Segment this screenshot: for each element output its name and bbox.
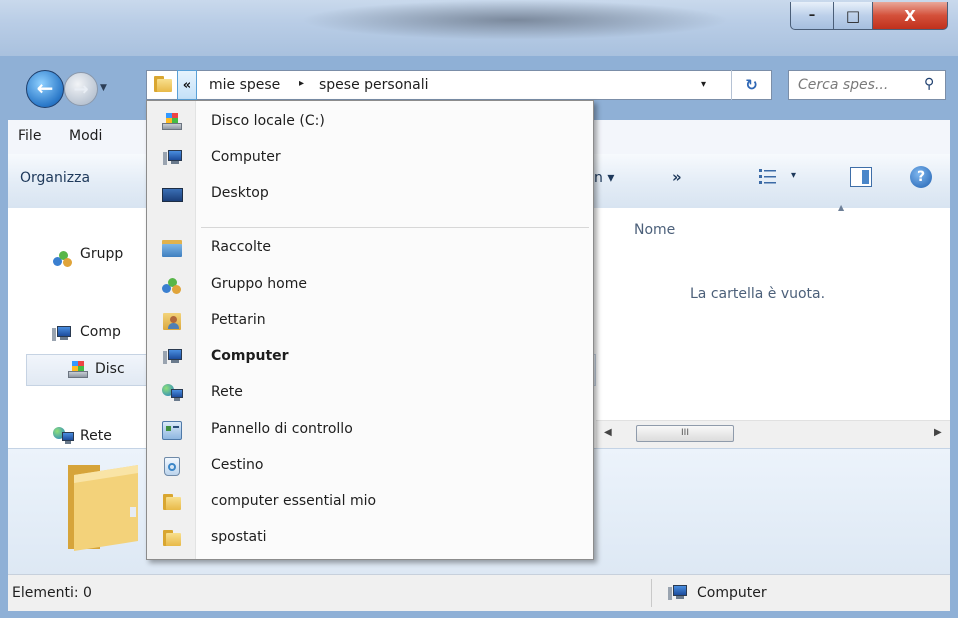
horizontal-scrollbar[interactable]: ◀ III ▶ — [596, 420, 950, 449]
computer-icon — [161, 148, 183, 168]
column-header-nome[interactable]: Nome — [634, 222, 675, 238]
recycle-bin-icon — [161, 456, 183, 476]
menu-item-computer-current[interactable]: Computer — [149, 340, 591, 374]
back-arrow-icon: ← — [36, 76, 54, 100]
address-dropdown-icon[interactable]: ▾ — [701, 79, 706, 90]
menu-item-label: Cestino — [211, 457, 264, 473]
homegroup-icon — [161, 275, 183, 295]
sort-ascending-icon: ▲ — [838, 203, 845, 212]
computer-icon — [50, 324, 72, 344]
scroll-thumb[interactable]: III — [636, 425, 734, 442]
address-chevron-button[interactable]: « — [177, 70, 197, 100]
user-folder-icon — [161, 311, 183, 331]
homegroup-icon — [52, 248, 72, 268]
organizza-button[interactable]: Organizza — [20, 170, 90, 186]
command-button-partial[interactable]: n ▾ — [594, 170, 614, 186]
view-dropdown-icon[interactable]: ▾ — [791, 170, 796, 181]
large-folder-icon — [60, 459, 148, 555]
menu-item-disco-locale[interactable]: Disco locale (C:) — [149, 105, 591, 139]
menu-item-label: Disco locale (C:) — [211, 113, 325, 129]
menu-item-label: Gruppo home — [211, 276, 307, 292]
folder-icon — [161, 492, 183, 512]
change-view-icon[interactable] — [758, 167, 778, 185]
nav-item-disco-label: Disc — [95, 361, 125, 377]
menu-item-raccolte[interactable]: Raccolte — [149, 231, 591, 265]
status-bar: Elementi: 0 Computer — [8, 574, 950, 611]
menu-item-gruppo-home[interactable]: Gruppo home — [149, 268, 591, 302]
menu-separator — [201, 227, 589, 228]
refresh-icon: ↻ — [745, 76, 758, 94]
menu-item-label: computer essential mio — [211, 493, 377, 509]
menu-item-computer-essential-mio[interactable]: computer essential mio — [149, 485, 591, 519]
menu-item-label: Computer — [211, 149, 281, 165]
desktop-icon — [161, 184, 183, 204]
forward-button[interactable]: → — [64, 72, 98, 106]
nav-item-computer[interactable]: Comp — [80, 324, 121, 340]
menu-item-label: Computer — [211, 348, 289, 364]
scroll-left-icon[interactable]: ◀ — [604, 427, 612, 438]
menu-item-label: Rete — [211, 384, 243, 400]
menu-item-label: Raccolte — [211, 239, 271, 255]
computer-icon — [666, 583, 690, 603]
breadcrumb-separator-icon[interactable]: ▸ — [299, 78, 304, 89]
libraries-icon — [161, 238, 183, 258]
menu-item-desktop[interactable]: Desktop — [149, 177, 591, 211]
network-icon — [52, 426, 74, 446]
maximize-button[interactable]: □ — [833, 2, 873, 30]
status-location: Computer — [697, 585, 767, 601]
maximize-glyph: □ — [845, 6, 861, 25]
menu-item-cestino[interactable]: Cestino — [149, 449, 591, 483]
nav-item-gruppo-home[interactable]: Grupp — [80, 246, 123, 262]
breadcrumb-spese-personali[interactable]: spese personali — [319, 77, 429, 93]
file-list-pane[interactable]: Nome ▲ La cartella è vuota. — [596, 203, 950, 424]
folder-icon — [152, 74, 172, 96]
empty-folder-message: La cartella è vuota. — [690, 286, 826, 302]
computer-icon — [161, 347, 183, 367]
explorer-window: – □ X ← → ▼ « mie spese ▸ spese personal… — [0, 0, 958, 618]
search-input[interactable]: Cerca spes... ⚲ — [788, 70, 946, 100]
search-placeholder: Cerca spes... — [798, 77, 889, 93]
minimize-glyph: – — [808, 8, 816, 23]
menu-modifica[interactable]: Modi — [69, 128, 102, 144]
preview-pane-icon[interactable] — [850, 167, 872, 187]
nav-item-rete[interactable]: Rete — [80, 428, 112, 444]
help-icon[interactable]: ? — [910, 166, 932, 188]
history-dropdown-icon[interactable]: ▼ — [100, 83, 114, 95]
search-icon[interactable]: ⚲ — [924, 76, 934, 92]
menu-file[interactable]: File — [18, 128, 41, 144]
scroll-right-icon[interactable]: ▶ — [934, 427, 942, 438]
control-panel-icon — [161, 420, 183, 440]
status-divider — [651, 579, 652, 607]
back-button[interactable]: ← — [26, 70, 64, 108]
more-commands-button[interactable]: » — [672, 168, 682, 186]
location-dropdown-menu: Disco locale (C:) Computer Desktop Racco… — [146, 100, 594, 560]
menu-item-rete[interactable]: Rete — [149, 376, 591, 410]
address-bar[interactable]: « mie spese ▸ spese personali ▾ ↻ — [146, 70, 772, 100]
menu-item-spostati[interactable]: spostati — [149, 521, 591, 555]
close-icon: X — [904, 6, 916, 25]
local-disk-icon — [67, 360, 89, 380]
menu-item-computer-top[interactable]: Computer — [149, 141, 591, 175]
folder-icon — [161, 528, 183, 548]
refresh-button[interactable]: ↻ — [731, 70, 771, 100]
network-icon — [161, 383, 183, 403]
forward-arrow-icon: → — [73, 78, 89, 100]
menu-item-label: Desktop — [211, 185, 269, 201]
breadcrumb-mie-spese[interactable]: mie spese — [209, 77, 280, 93]
menu-item-label: Pettarin — [211, 312, 266, 328]
local-disk-icon — [161, 112, 183, 132]
menu-item-label: Pannello di controllo — [211, 421, 353, 437]
status-item-count: Elementi: 0 — [12, 585, 92, 601]
menu-item-pannello-di-controllo[interactable]: Pannello di controllo — [149, 413, 591, 447]
close-button[interactable]: X — [872, 2, 948, 30]
menu-item-pettarin[interactable]: Pettarin — [149, 304, 591, 338]
title-bar[interactable]: – □ X — [0, 0, 958, 56]
minimize-button[interactable]: – — [790, 2, 834, 30]
menu-item-label: spostati — [211, 529, 267, 545]
